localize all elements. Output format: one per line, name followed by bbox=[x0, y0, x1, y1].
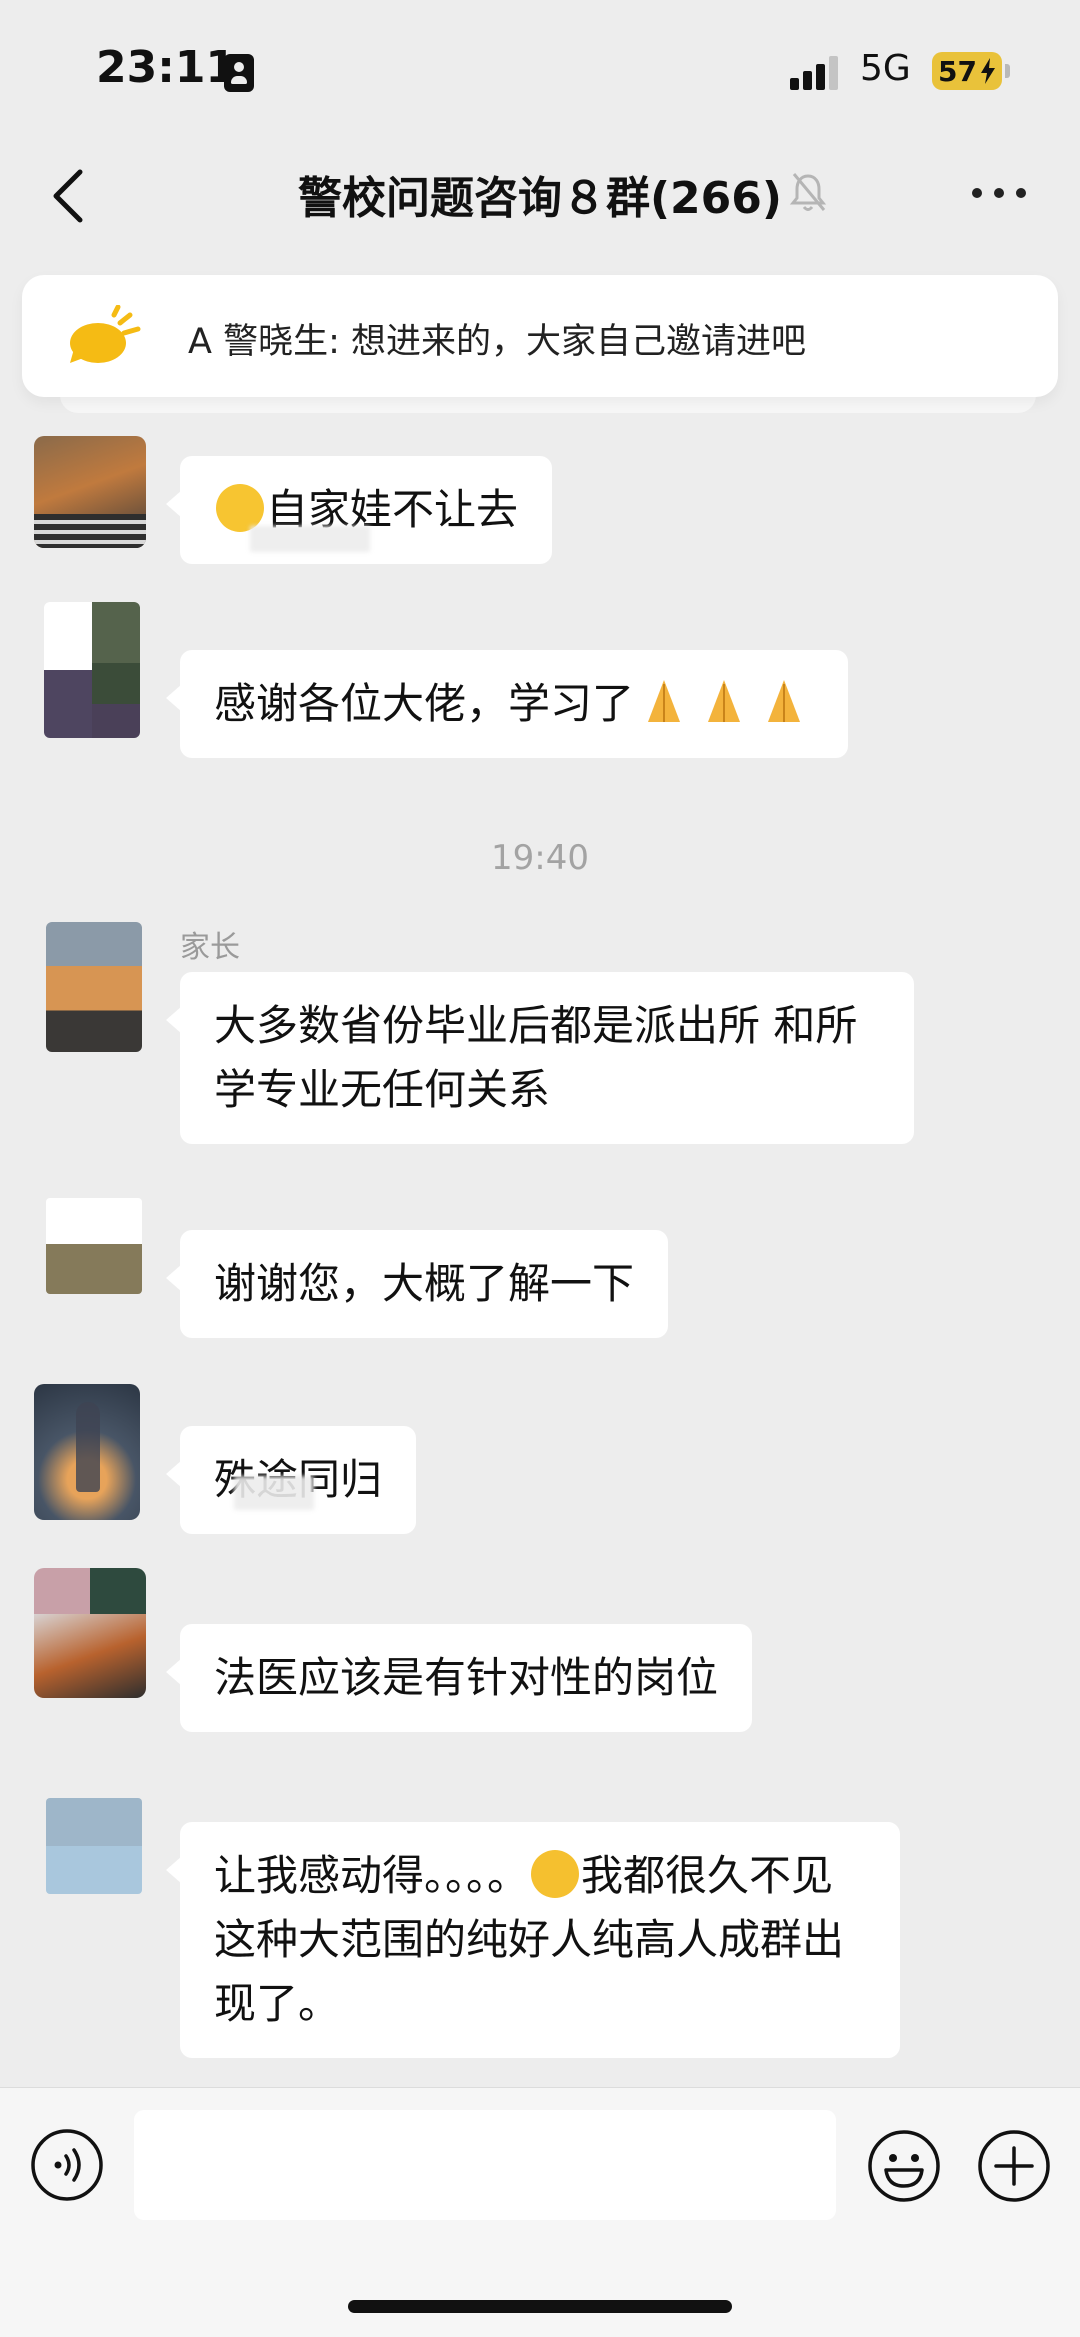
speaker-icon bbox=[70, 305, 141, 363]
battery-level: 57 bbox=[938, 55, 977, 88]
network-type: 5G bbox=[860, 48, 911, 89]
timestamp: 19:40 bbox=[491, 838, 589, 878]
avatar[interactable] bbox=[34, 1568, 146, 1698]
message-input[interactable] bbox=[134, 2110, 836, 2220]
chat-screen: 23:11 5G 57 警校问题咨询８群(266) A 警晓生: 想进来的，大家… bbox=[0, 0, 1080, 2337]
bell-slash-icon bbox=[789, 173, 827, 211]
facepalm-emoji-icon bbox=[216, 484, 264, 532]
message-bubble[interactable]: 感谢各位大佬，学习了 bbox=[165, 650, 849, 758]
voice-icon[interactable] bbox=[30, 2128, 104, 2202]
pinned-announcement[interactable]: A 警晓生: 想进来的，大家自己邀请进吧 bbox=[22, 275, 1058, 397]
sender-name: 家长 bbox=[180, 930, 240, 965]
pray-emoji-icon bbox=[708, 680, 741, 722]
status-time: 23:11 bbox=[96, 42, 237, 93]
avatar[interactable] bbox=[46, 1798, 142, 1894]
pinned-text: A 警晓生: 想进来的，大家自己邀请进吧 bbox=[188, 322, 806, 362]
navigation-bar: 警校问题咨询８群(266) bbox=[0, 140, 1080, 250]
pray-emoji-icon bbox=[648, 680, 681, 722]
avatar[interactable] bbox=[34, 1384, 140, 1520]
home-indicator[interactable] bbox=[348, 2300, 732, 2313]
avatar[interactable] bbox=[46, 1198, 142, 1294]
message-bubble[interactable]: 法医应该是有针对性的岗位 bbox=[165, 1624, 753, 1732]
avatar[interactable] bbox=[34, 436, 146, 548]
redaction-blur bbox=[250, 526, 370, 552]
avatar[interactable] bbox=[44, 602, 140, 738]
emoji-icon[interactable] bbox=[866, 2128, 942, 2204]
id-card-icon bbox=[224, 54, 254, 92]
message-bubble[interactable]: 大多数省份毕业后都是派出所 和所学专业无任何关系 bbox=[166, 972, 914, 1144]
pray-emoji-icon bbox=[768, 680, 801, 722]
status-bar: 23:11 5G 57 bbox=[0, 0, 1080, 140]
plus-icon[interactable] bbox=[976, 2128, 1052, 2204]
crying-emoji-icon bbox=[531, 1850, 580, 1898]
signal-icon bbox=[790, 56, 840, 90]
group-title: 警校问题咨询８群(266) bbox=[297, 173, 783, 224]
battery-icon: 57 bbox=[932, 52, 1010, 90]
charging-bolt-icon bbox=[981, 58, 995, 84]
message-bubble[interactable]: 谢谢您，大概了解一下 bbox=[165, 1230, 669, 1338]
input-bar bbox=[0, 2087, 1080, 2337]
message-bubble[interactable]: 让我感动得。。。。 我都很久不见这种大范围的纯好人纯高人成群出现了。 bbox=[166, 1822, 900, 2058]
avatar[interactable] bbox=[46, 922, 142, 1052]
redaction-blur bbox=[234, 1476, 314, 1510]
more-dots-icon[interactable] bbox=[970, 184, 1030, 200]
